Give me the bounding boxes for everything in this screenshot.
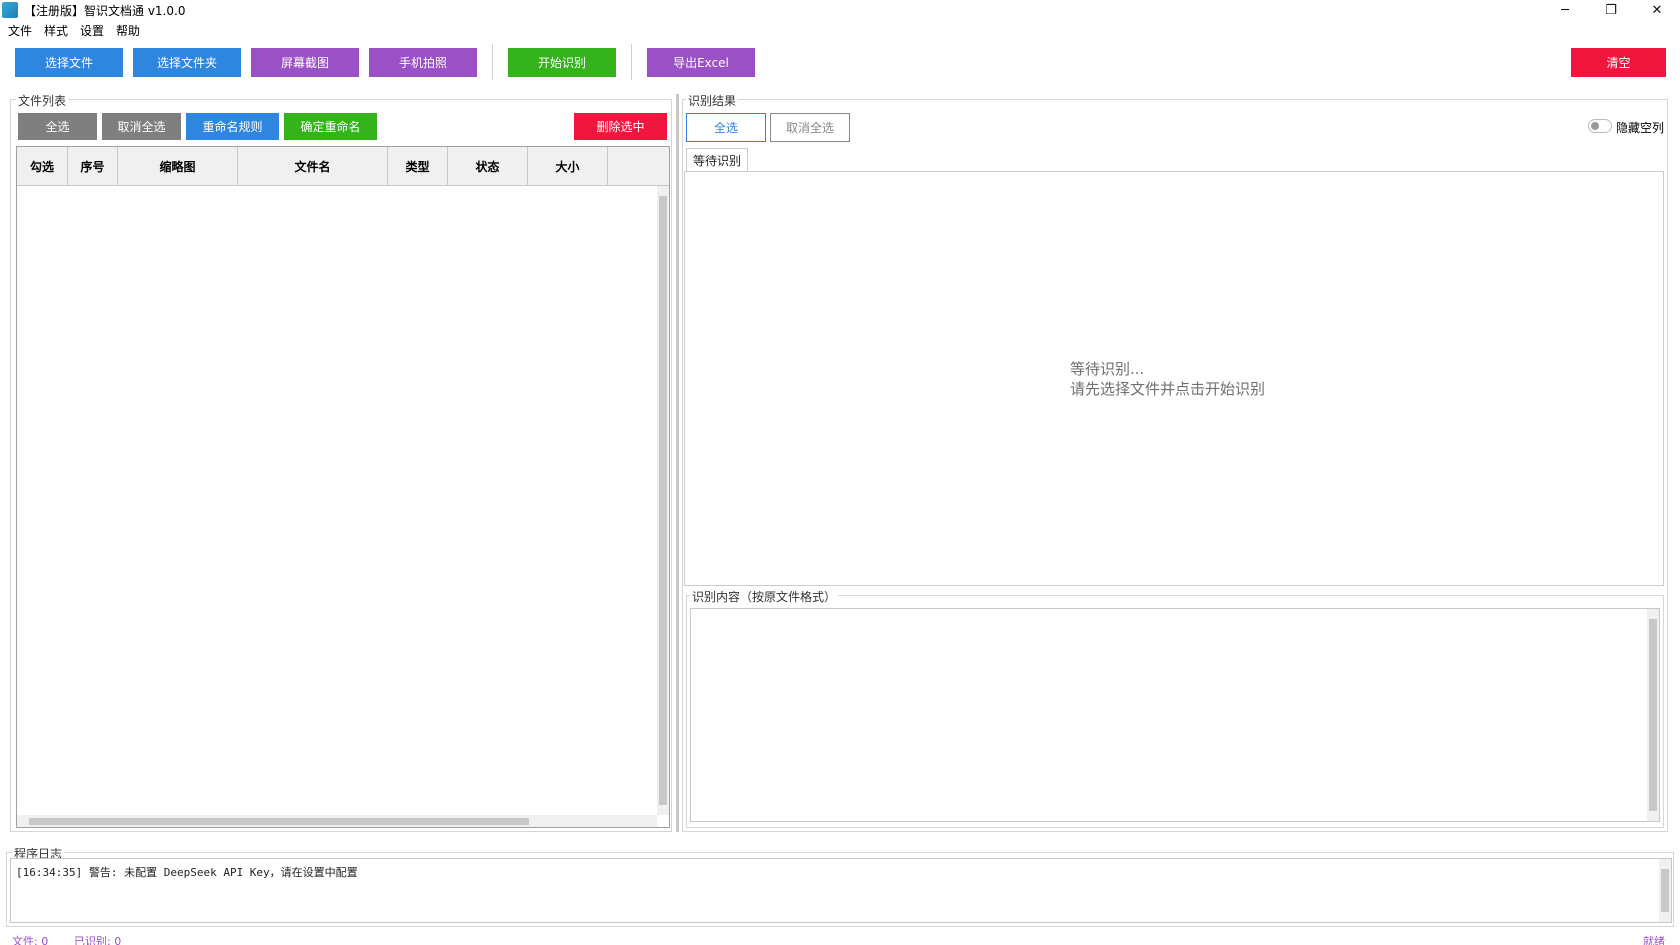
horizontal-scrollbar[interactable]: [17, 815, 657, 827]
select-file-button[interactable]: 选择文件: [15, 48, 123, 77]
content-textarea[interactable]: [690, 608, 1660, 822]
menu-help[interactable]: 帮助: [110, 22, 146, 39]
clear-button[interactable]: 清空: [1571, 48, 1666, 77]
table-header: 勾选 序号 缩略图 文件名 类型 状态 大小 重: [17, 147, 669, 186]
close-icon[interactable]: ✕: [1634, 0, 1680, 20]
menu-style[interactable]: 样式: [38, 22, 74, 39]
restore-icon[interactable]: ❐: [1588, 0, 1634, 20]
status-state: 就绪: [1643, 935, 1665, 945]
column-header[interactable]: 类型: [388, 147, 448, 186]
column-header[interactable]: 勾选: [17, 147, 68, 186]
window-title: 【注册版】智识文档通 v1.0.0: [24, 3, 186, 18]
scroll-thumb[interactable]: [659, 196, 667, 805]
column-header[interactable]: 缩略图: [118, 147, 238, 186]
content-label: 识别内容（按原文件格式）: [690, 588, 839, 605]
delete-selected-button[interactable]: 删除选中: [574, 113, 667, 140]
column-header[interactable]: 重: [608, 147, 669, 186]
phone-photo-button[interactable]: 手机拍照: [369, 48, 477, 77]
hide-empty-label: 隐藏空列: [1616, 121, 1665, 135]
toolbar-separator: [492, 44, 493, 80]
menu-file[interactable]: 文件: [2, 22, 38, 39]
waiting-line-1: 等待识别...: [1070, 360, 1145, 378]
column-header[interactable]: 大小: [528, 147, 608, 186]
scroll-thumb[interactable]: [1661, 869, 1669, 912]
hide-empty-toggle[interactable]: [1588, 119, 1612, 133]
panel-splitter[interactable]: [676, 94, 679, 832]
column-header[interactable]: 序号: [68, 147, 118, 186]
status-recognized: 已识别: 0: [74, 935, 122, 945]
title-bar: 【注册版】智识文档通 v1.0.0 ─ ❐ ✕: [0, 0, 1680, 20]
menu-bar: 文件 样式 设置 帮助: [0, 20, 1680, 40]
menu-settings[interactable]: 设置: [74, 22, 110, 39]
rename-rule-button[interactable]: 重命名规则: [186, 113, 279, 140]
confirm-rename-button[interactable]: 确定重命名: [284, 113, 377, 140]
screenshot-button[interactable]: 屏幕截图: [251, 48, 359, 77]
toolbar-separator: [631, 44, 632, 80]
result-deselect-all-button[interactable]: 取消全选: [770, 113, 850, 142]
select-folder-button[interactable]: 选择文件夹: [133, 48, 241, 77]
log-scrollbar[interactable]: [1659, 859, 1671, 922]
waiting-line-2: 请先选择文件并点击开始识别: [1070, 380, 1266, 398]
select-all-button[interactable]: 全选: [18, 113, 97, 140]
app-icon: [2, 2, 18, 18]
file-list-label: 文件列表: [16, 92, 69, 109]
vertical-scrollbar[interactable]: [657, 186, 669, 815]
column-header[interactable]: 文件名: [238, 147, 388, 186]
log-entry: [16:34:35] 警告: 未配置 DeepSeek API Key，请在设置…: [16, 866, 358, 879]
deselect-all-button[interactable]: 取消全选: [102, 113, 181, 140]
result-select-all-button[interactable]: 全选: [686, 113, 766, 142]
status-files: 文件: 0: [12, 935, 49, 945]
export-excel-button[interactable]: 导出Excel: [647, 48, 755, 77]
window-controls: ─ ❐ ✕: [1542, 0, 1680, 20]
minimize-icon[interactable]: ─: [1542, 0, 1588, 20]
column-header[interactable]: 状态: [448, 147, 528, 186]
scroll-thumb[interactable]: [29, 818, 529, 825]
file-table[interactable]: 勾选 序号 缩略图 文件名 类型 状态 大小 重: [16, 146, 670, 828]
scroll-thumb[interactable]: [1649, 619, 1657, 811]
waiting-message: 等待识别... 请先选择文件并点击开始识别: [1070, 359, 1265, 399]
result-label: 识别结果: [686, 92, 739, 109]
start-recognize-button[interactable]: 开始识别: [508, 48, 616, 77]
content-scrollbar[interactable]: [1647, 609, 1659, 821]
tab-waiting[interactable]: 等待识别: [686, 148, 748, 172]
toggle-knob: [1591, 122, 1599, 130]
